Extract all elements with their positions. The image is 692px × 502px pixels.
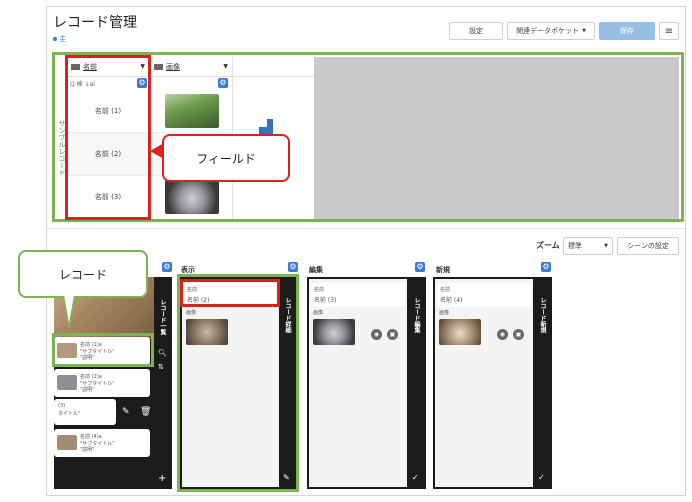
settings-button[interactable]: 設定	[449, 22, 503, 40]
blue-block	[267, 119, 273, 129]
gallery-icon[interactable]: ▣	[513, 329, 524, 340]
cat-photo	[313, 319, 355, 345]
name-field-card: 名前 名前 (3)	[311, 283, 405, 307]
new-scene-label: 新規	[436, 266, 450, 274]
subtitle-text: 主	[59, 35, 66, 43]
field-value: 名前 (3)	[314, 297, 337, 304]
camera-icon[interactable]: ◉	[497, 329, 508, 340]
zoom-select[interactable]: 標準 ▼	[563, 237, 613, 255]
item-subtitle: タイトル"	[58, 411, 81, 417]
zoom-value: 標準	[568, 242, 582, 250]
item-description: "説明"	[80, 447, 95, 453]
list-item[interactable]: (3) タイトル"	[54, 399, 116, 425]
check-icon[interactable]: ✓	[538, 473, 545, 482]
related-label: 関連データポケット	[516, 27, 580, 35]
cat-photo	[186, 319, 228, 345]
related-data-pocket-button[interactable]: 関連データポケット ▼	[507, 22, 595, 40]
item-title: (3)	[58, 403, 66, 409]
image-field-label: 画像	[439, 310, 450, 316]
cat-photo	[164, 180, 219, 214]
kitten-photo	[439, 319, 481, 345]
extra-column-header	[233, 57, 314, 77]
trash-icon[interactable]: 🗑︎	[140, 407, 151, 417]
hamburger-icon[interactable]: ≡	[659, 22, 679, 40]
gear-icon[interactable]: ⚙	[288, 262, 298, 272]
image-field-icon	[154, 63, 163, 70]
name-field-card: 名前 名前 (4)	[437, 283, 531, 307]
chevron-down-icon: ▼	[604, 243, 608, 249]
field-label: 名前	[314, 287, 325, 293]
display-scene-preview[interactable]: 名前 名前 (2) 画像 レコード詳細 ✎	[180, 277, 296, 489]
image-field-label: 画像	[313, 310, 324, 316]
gallery-icon[interactable]: ▣	[387, 329, 398, 340]
garden-photo	[164, 93, 219, 128]
scene-settings-button[interactable]: シーンの設定	[617, 237, 679, 255]
search-icon[interactable]: 🔍︎	[158, 349, 167, 357]
field-highlight	[65, 55, 151, 220]
check-icon[interactable]: ✓	[412, 473, 419, 482]
field-label: 名前	[440, 287, 451, 293]
list-side-title: レコード一覧	[159, 299, 166, 335]
item-thumbnail	[57, 435, 77, 450]
caret-down-icon: ▼	[223, 63, 228, 70]
zoom-label: ズーム	[536, 241, 560, 250]
image-field-label: 画像	[186, 310, 197, 316]
display-screen: 名前 名前 (2) 画像	[182, 279, 279, 487]
gear-icon[interactable]: ⚙	[415, 262, 425, 272]
new-scene-preview[interactable]: 名前 名前 (4) 画像 ◉ ▣ レコード新規 ✓	[433, 277, 552, 489]
gear-icon[interactable]: ⚙	[218, 78, 228, 88]
save-button[interactable]: 保存	[599, 22, 655, 40]
display-side-title: レコード詳細	[284, 297, 291, 333]
gear-icon[interactable]: ⚙	[541, 262, 551, 272]
section-divider	[47, 228, 685, 229]
edit-scene-label: 編集	[309, 266, 323, 274]
edit-side-title: レコード編集	[413, 297, 420, 333]
table-subtitle[interactable]: 主	[53, 34, 66, 44]
image-column-label: 画像	[166, 62, 180, 71]
item-description: "説明"	[80, 387, 95, 393]
camera-icon[interactable]: ◉	[371, 329, 382, 340]
bullet-icon	[53, 37, 57, 41]
add-icon[interactable]: +	[158, 473, 166, 484]
gear-icon[interactable]: ⚙	[162, 262, 172, 272]
item-thumbnail	[57, 375, 77, 390]
edit-scene-preview[interactable]: 名前 名前 (3) 画像 ◉ ▣ レコード編集 ✓	[307, 277, 426, 489]
edit-screen: 名前 名前 (3) 画像 ◉ ▣	[309, 279, 407, 487]
callout-pointer-inner	[64, 295, 74, 323]
record-highlight	[52, 333, 154, 367]
image-column-header[interactable]: 画像 ▼	[151, 57, 232, 77]
page-title: レコード管理	[53, 15, 137, 31]
caret-down-icon: ▼	[582, 28, 586, 34]
edit-icon[interactable]: ✎	[122, 407, 130, 417]
field-highlight	[180, 279, 280, 307]
table-empty-area	[314, 57, 679, 219]
item-title: 名前 (2)a	[80, 374, 102, 380]
new-screen: 名前 名前 (4) 画像 ◉ ▣	[435, 279, 533, 487]
list-item[interactable]: 名前 (4)a "サブタイトル" "説明"	[54, 429, 150, 457]
sort-icon[interactable]: ⇅	[158, 363, 164, 371]
edit-icon[interactable]: ✎	[283, 473, 290, 482]
new-side-title: レコード新規	[539, 297, 546, 333]
list-item[interactable]: 名前 (2)a "サブタイトル" "説明"	[54, 369, 150, 397]
record-callout: レコード	[18, 250, 148, 298]
field-value: 名前 (4)	[440, 297, 463, 304]
field-callout: フィールド	[162, 134, 290, 182]
image-column-toolbar: ⚙	[151, 77, 232, 89]
table-row[interactable]	[151, 89, 232, 132]
item-title: 名前 (4)a	[80, 434, 102, 440]
